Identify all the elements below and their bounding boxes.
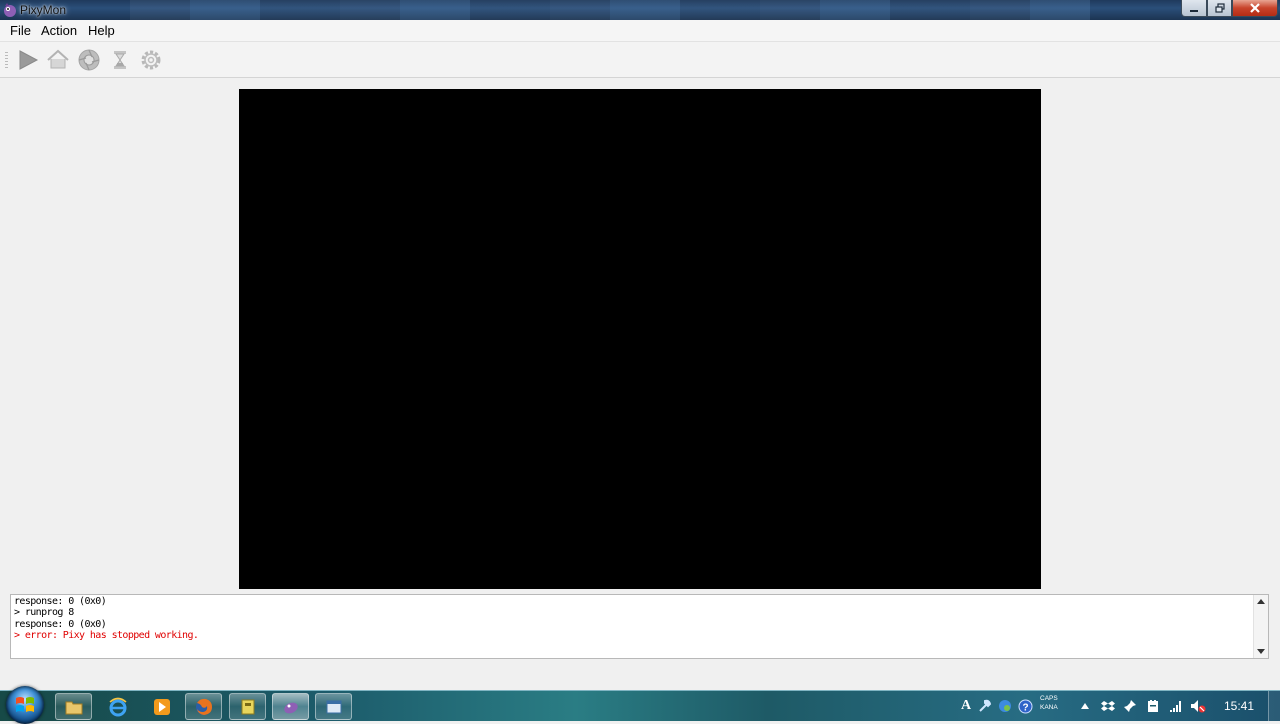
signal-icon[interactable] xyxy=(1168,698,1184,714)
hourglass-icon xyxy=(114,51,126,69)
default-program-button[interactable] xyxy=(46,48,70,72)
app-icon xyxy=(241,699,254,714)
taskbar-ie[interactable] xyxy=(99,693,136,720)
set-signature-button[interactable] xyxy=(108,48,132,72)
arrow-down-icon xyxy=(1257,649,1265,654)
console-line: > runprog 8 xyxy=(14,607,74,619)
taskbar-explorer[interactable] xyxy=(55,693,92,720)
dropbox-icon[interactable] xyxy=(1100,698,1116,714)
menu-action[interactable]: Action xyxy=(39,23,79,38)
scroll-down-button[interactable] xyxy=(1254,645,1268,658)
gear-icon xyxy=(141,50,161,70)
run-button[interactable] xyxy=(16,48,40,72)
title-bar-background xyxy=(130,0,1090,20)
taskbar-media-player[interactable] xyxy=(143,693,180,720)
chevron-up-icon xyxy=(1081,703,1089,709)
console-output[interactable]: response: 0 (0x0) > runprog 8 response: … xyxy=(10,594,1269,659)
ime-pad-icon[interactable] xyxy=(997,698,1013,714)
maximize-button[interactable] xyxy=(1207,0,1232,17)
svg-text:?: ? xyxy=(1022,702,1028,713)
taskbar-window[interactable] xyxy=(315,693,352,720)
toolbar xyxy=(0,42,1280,78)
start-button[interactable] xyxy=(6,686,44,724)
show-hidden-icons-button[interactable] xyxy=(1077,698,1093,714)
close-button[interactable] xyxy=(1232,0,1278,17)
taskbar-firefox[interactable] xyxy=(185,693,222,720)
show-desktop-button[interactable] xyxy=(1268,691,1280,721)
ie-icon xyxy=(108,697,127,716)
toolbar-grip[interactable] xyxy=(5,52,8,70)
clock[interactable]: 15:41 xyxy=(1224,699,1254,713)
menu-file[interactable]: File xyxy=(8,23,33,38)
caps-indicator: CAPS xyxy=(1040,695,1058,702)
window-icon xyxy=(326,700,341,713)
close-icon xyxy=(1250,3,1260,13)
taskbar-pixymon[interactable] xyxy=(272,693,309,720)
windows-logo-icon xyxy=(16,697,34,712)
title-bar[interactable]: PixyMon xyxy=(0,0,1280,20)
pin-icon[interactable] xyxy=(1122,698,1138,714)
home-icon xyxy=(47,49,69,69)
network-status-icon[interactable] xyxy=(1145,698,1161,714)
raw-video-button[interactable] xyxy=(77,48,101,72)
minimize-icon xyxy=(1190,10,1198,12)
media-icon xyxy=(153,698,170,715)
help-icon[interactable]: ? xyxy=(1017,698,1033,714)
taskbar-app[interactable] xyxy=(229,693,266,720)
arrow-up-icon xyxy=(1257,599,1265,604)
folder-icon xyxy=(65,701,82,714)
video-display[interactable] xyxy=(239,89,1041,589)
ime-mode-icon[interactable]: A xyxy=(958,698,974,714)
configure-button[interactable] xyxy=(139,48,163,72)
firefox-icon xyxy=(195,698,212,715)
pixymon-app-icon xyxy=(2,2,18,18)
pixymon-icon xyxy=(283,702,298,713)
console-lines: response: 0 (0x0) > runprog 8 response: … xyxy=(14,596,199,641)
menu-bar: File Action Help xyxy=(0,20,1280,42)
minimize-button[interactable] xyxy=(1181,0,1207,17)
volume-muted-icon[interactable] xyxy=(1190,698,1206,714)
ime-status[interactable]: CAPS KANA xyxy=(1040,694,1058,712)
camera-icon xyxy=(78,49,100,71)
console-scrollbar[interactable] xyxy=(1253,595,1268,658)
taskbar: A ? CAPS KANA 15:41 xyxy=(0,686,1280,724)
play-icon xyxy=(19,50,39,70)
console-error-line: > error: Pixy has stopped working. xyxy=(14,629,199,641)
window-title: PixyMon xyxy=(20,3,67,17)
kana-indicator: KANA xyxy=(1040,704,1058,711)
menu-help[interactable]: Help xyxy=(86,23,117,38)
console-line: response: 0 (0x0) xyxy=(14,596,107,607)
restore-icon xyxy=(1214,3,1225,13)
scroll-up-button[interactable] xyxy=(1254,595,1268,608)
console-line: response: 0 (0x0) xyxy=(14,618,107,630)
ime-tools-icon[interactable] xyxy=(977,698,993,714)
